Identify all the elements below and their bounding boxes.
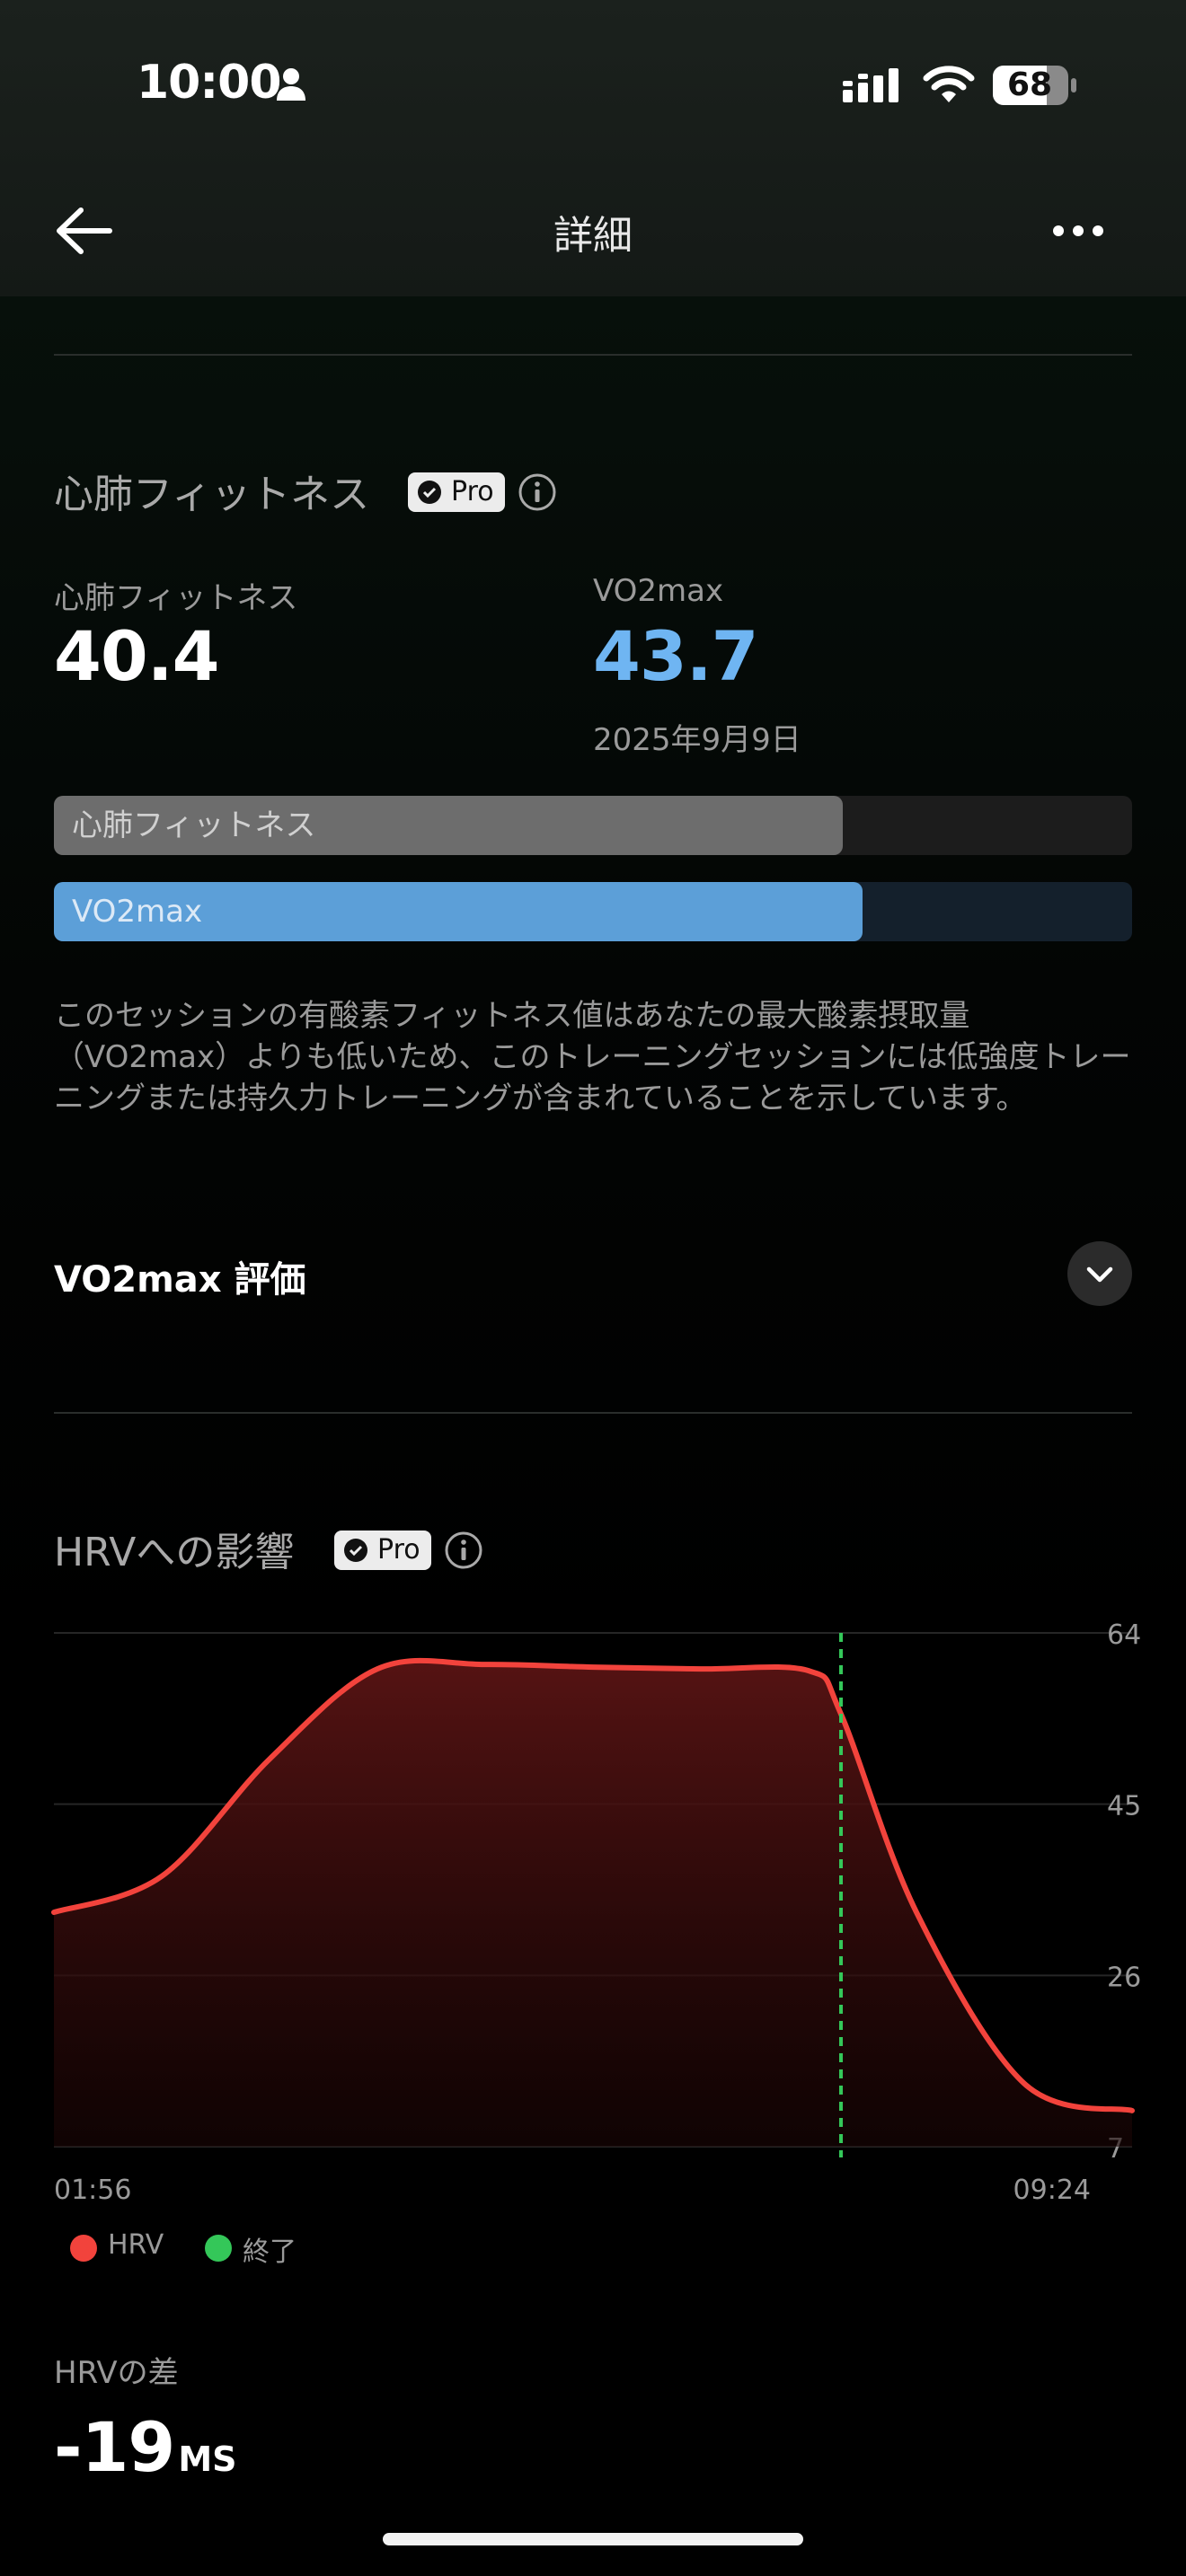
y-tick-label: 45 [1107,1791,1141,1822]
y-tick-label: 64 [1107,1619,1141,1651]
hrv-chart: 644526701:56 09:24 [51,1619,1141,2206]
x-tick-label: 09:24 [1013,2175,1091,2206]
hrv-diff-label: HRVの差 [54,2355,179,2391]
hrv-diff-value: -19 [54,2407,175,2487]
y-tick-label: 26 [1107,1962,1141,1993]
end-legend-label: 終了 [243,2236,296,2268]
battery-level: 68 [1006,66,1053,103]
person-icon [277,68,305,101]
x-tick-label: 01:56 [54,2175,131,2206]
header: 10:00 68 詳細 [0,0,1186,296]
wifi-icon [923,66,975,102]
hrv-diff-unit: MS [178,2439,237,2479]
page-title: 詳細 [553,213,633,259]
cellular-signal-icon [843,68,898,102]
content: 心肺フィットネス Pro 心肺フィットネス 40.4 VO2max 43.7 2… [0,296,1186,2576]
hrv-diff: -19 MS [54,2407,237,2487]
hrv-legend-dot [70,2235,97,2262]
more-options-icon[interactable] [1051,223,1105,239]
hrv-area [54,1660,1132,2147]
end-legend-dot [205,2235,232,2262]
home-indicator[interactable] [383,2533,803,2545]
status-time: 10:00 [137,56,282,110]
hrv-legend-label: HRV [108,2229,164,2261]
